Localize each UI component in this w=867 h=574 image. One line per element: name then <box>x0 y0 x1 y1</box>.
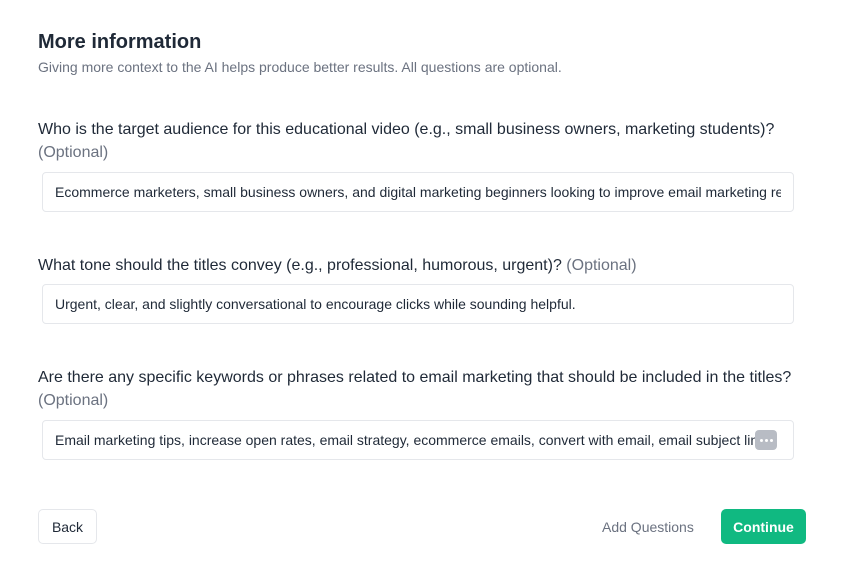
question-text: What tone should the titles convey (e.g.… <box>38 257 562 274</box>
back-button[interactable]: Back <box>38 509 97 544</box>
optional-label: (Optional) <box>566 257 637 274</box>
add-questions-button[interactable]: Add Questions <box>596 509 700 544</box>
dot <box>769 438 773 442</box>
optional-label: (Optional) <box>38 144 109 161</box>
target-audience-input[interactable] <box>42 172 794 212</box>
question-tone: What tone should the titles convey (e.g.… <box>38 254 798 277</box>
tone-input[interactable] <box>42 284 794 324</box>
page-title: More information <box>38 31 202 53</box>
question-target-audience: Who is the target audience for this educ… <box>38 118 798 164</box>
page-subtitle: Giving more context to the AI helps prod… <box>38 59 562 75</box>
dot <box>759 438 763 442</box>
more-dots-icon[interactable] <box>755 430 777 450</box>
continue-button[interactable]: Continue <box>721 509 806 544</box>
question-text: Who is the target audience for this educ… <box>38 121 775 138</box>
dot <box>764 438 768 442</box>
optional-label: (Optional) <box>38 392 109 409</box>
question-keywords: Are there any specific keywords or phras… <box>38 366 798 412</box>
question-text: Are there any specific keywords or phras… <box>38 369 792 386</box>
keywords-input[interactable] <box>42 420 794 460</box>
